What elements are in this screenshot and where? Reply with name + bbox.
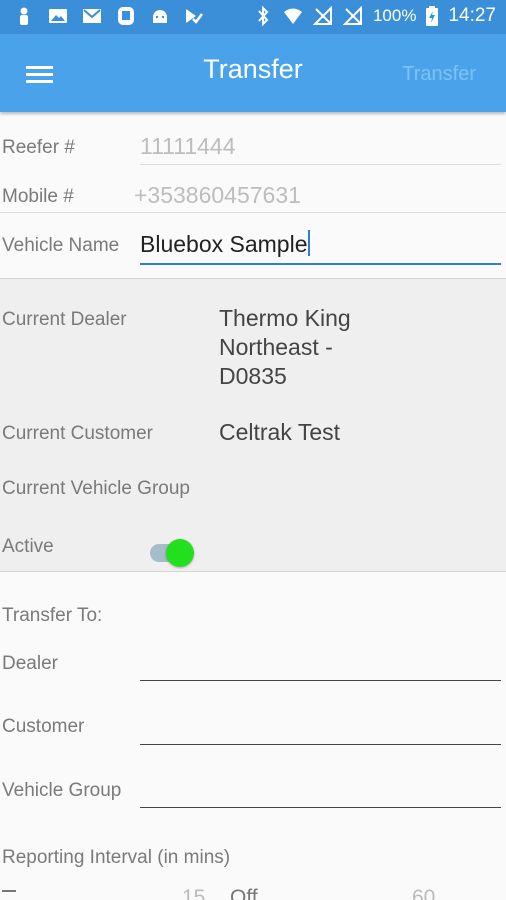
reefer-value: 11111444 — [140, 133, 236, 159]
transfer-action-button[interactable]: Transfer — [402, 63, 476, 86]
vehicle-name-field[interactable]: Bluebox Sample — [140, 230, 310, 258]
shield-icon — [118, 7, 134, 25]
hamburger-icon-bar — [26, 73, 53, 76]
customer-input[interactable] — [140, 704, 501, 746]
text-cursor — [307, 230, 310, 256]
reporting-interval-label: Reporting Interval (in mins) — [2, 847, 231, 868]
current-customer-label: Current Customer — [2, 423, 153, 444]
divider — [0, 212, 506, 213]
vehicle-group-underline — [140, 807, 501, 808]
dealer-underline — [140, 680, 501, 681]
dealer-line: Thermo King — [219, 305, 351, 331]
image-icon — [49, 9, 67, 23]
vehicle-name-underline — [140, 263, 501, 265]
app-bar: Transfer Transfer — [0, 34, 506, 112]
current-customer-value: Celtrak Test — [219, 419, 341, 445]
battery-percentage: 100% — [372, 6, 417, 25]
person-icon — [20, 7, 28, 25]
transfer-to-heading: Transfer To: — [2, 605, 103, 626]
signal-icon — [342, 6, 362, 25]
toggle-thumb — [166, 539, 194, 567]
wifi-icon — [283, 8, 302, 24]
check-icon — [186, 9, 203, 24]
vehicle-group-label: Vehicle Group — [2, 780, 122, 801]
vehicle-group-input[interactable] — [140, 766, 501, 808]
system-status: 100% 14:27 — [253, 5, 496, 27]
vehicle-name-label: Vehicle Name — [2, 235, 120, 256]
interval-off-label: Off — [230, 888, 258, 900]
notification-icons — [14, 6, 204, 26]
battery-icon — [426, 6, 439, 26]
current-vehicle-group-label: Current Vehicle Group — [2, 478, 190, 499]
signal-icon — [312, 6, 332, 25]
divider — [140, 164, 501, 165]
dealer-input[interactable] — [140, 640, 501, 682]
current-dealer-label: Current Dealer — [2, 309, 127, 330]
active-label: Active — [2, 536, 54, 557]
interval-right-value[interactable]: 60 — [412, 888, 435, 900]
mobile-value: +353860457631 — [134, 182, 301, 208]
android-icon — [153, 10, 167, 23]
vehicle-name-value: Bluebox Sample — [140, 231, 308, 257]
menu-button[interactable] — [22, 60, 58, 86]
mail-icon — [83, 9, 101, 23]
clock: 14:27 — [448, 5, 496, 26]
hamburger-icon-bar — [26, 80, 53, 83]
dealer-line: Northeast - — [219, 334, 333, 360]
current-dealer-value: Thermo King Northeast - D0835 — [219, 304, 351, 391]
customer-label: Customer — [2, 716, 85, 737]
dealer-line: D0835 — [219, 363, 287, 389]
customer-underline — [140, 744, 501, 745]
reefer-label: Reefer # — [2, 137, 75, 158]
bluetooth-icon — [258, 6, 269, 26]
hamburger-icon — [26, 66, 53, 69]
interval-row: 15 Off 60 — [0, 888, 506, 900]
dealer-label: Dealer — [2, 653, 58, 674]
interval-left-value[interactable]: 15 — [182, 888, 205, 900]
mobile-label: Mobile # — [2, 186, 74, 207]
active-toggle[interactable] — [150, 539, 196, 568]
status-bar: 100% 14:27 — [0, 0, 506, 34]
interval-row-label-fragment — [2, 890, 16, 900]
